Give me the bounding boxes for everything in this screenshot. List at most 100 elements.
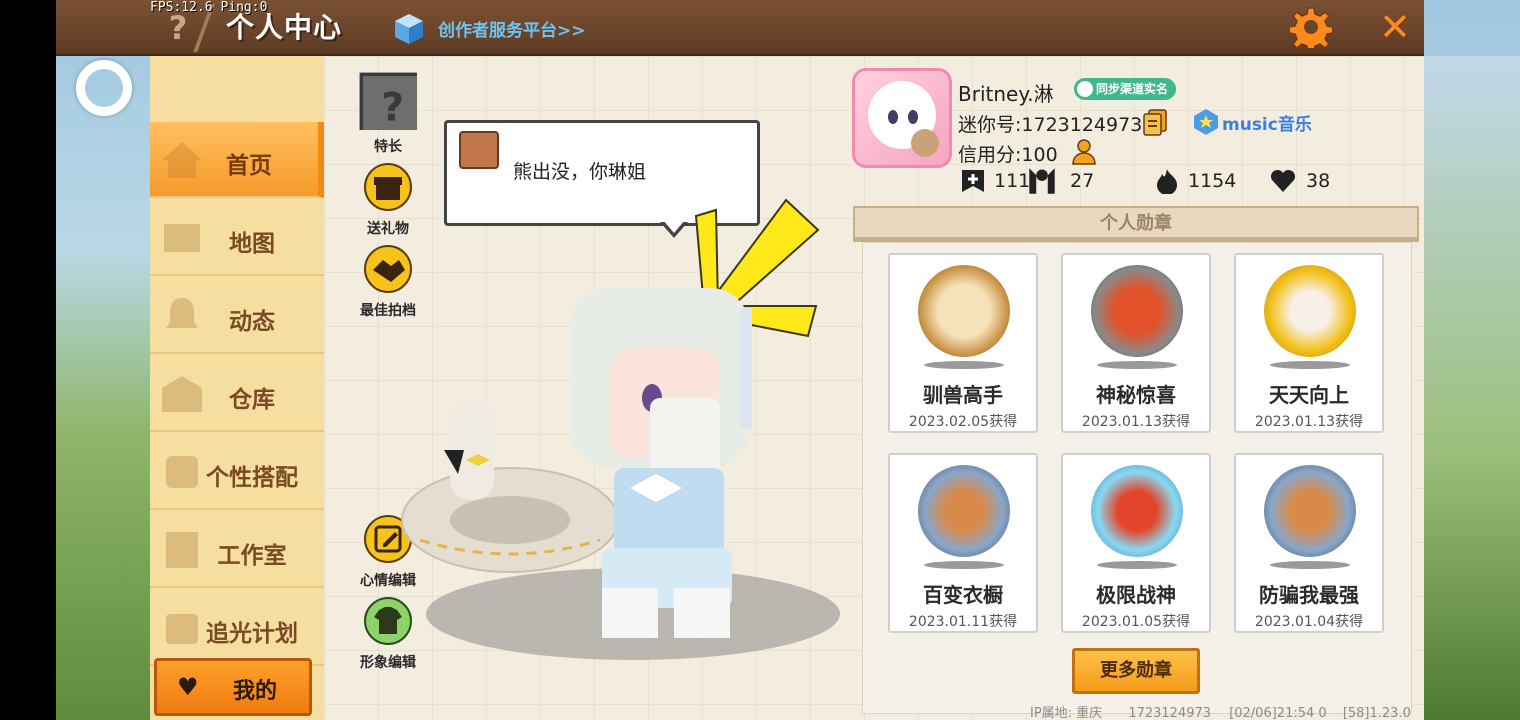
medal-name: 驯兽高手 (923, 383, 1003, 407)
medal-name: 天天向上 (1269, 383, 1349, 407)
sidebar-top-spacer (150, 56, 324, 122)
send-gift-button[interactable]: 送礼物 (348, 162, 428, 238)
talent-label: 特长 (374, 139, 402, 155)
medal-name: 神秘惊喜 (1096, 383, 1176, 407)
mini-id: 迷你号:1723124973 (958, 114, 1143, 136)
sidebar-item-map[interactable]: 地图 (150, 200, 324, 276)
sidebar-item-label: 地图 (229, 231, 275, 257)
sidebar-item-label: 工作室 (217, 543, 287, 569)
avatar-portrait (868, 81, 939, 157)
medal-card[interactable]: 百变衣橱 2023.01.11获得 (888, 453, 1038, 633)
medal-pedestal (1270, 561, 1350, 569)
sidebar-item-warehouse[interactable]: 仓库 (150, 356, 324, 432)
medal-pedestal (924, 361, 1004, 369)
medal-card[interactable]: 天天向上 2023.01.13获得 (1234, 253, 1384, 433)
more-medals-button[interactable]: 更多勋章 (1072, 648, 1200, 694)
medal-card[interactable]: 神秘惊喜 2023.01.13获得 (1061, 253, 1211, 433)
medal-name: 极限战神 (1096, 583, 1176, 607)
sidebar-item-label: 仓库 (229, 387, 275, 413)
mine-tab-label: 我的 (233, 679, 278, 704)
player-name: Britney.淋 (958, 82, 1054, 106)
ip-location: IP属地: 重庆 (1030, 706, 1103, 720)
medal-pedestal (1097, 361, 1177, 369)
medal-tamer-icon (918, 265, 1010, 357)
medal-name: 防骗我最强 (1259, 583, 1359, 607)
creator-platform-link[interactable]: 创作者服务平台>> (438, 16, 586, 41)
player-character (570, 288, 752, 638)
bear-avatar-icon (459, 131, 499, 169)
sidebar-item-label: 个性搭配 (206, 465, 298, 491)
medal-pedestal (1097, 561, 1177, 569)
sidebar-item-feed[interactable]: 动态 (150, 278, 324, 354)
sidebar-nav: 首页 地图 动态 仓库 个性搭配 工作室 追光计划 ♥ 我的 (150, 56, 324, 720)
medal-card[interactable]: 防骗我最强 2023.01.04获得 (1234, 453, 1384, 633)
medal-card[interactable]: 极限战神 2023.01.05获得 (1061, 453, 1211, 633)
shirt-icon (364, 597, 412, 645)
send-gift-label: 送礼物 (367, 221, 409, 237)
stat-likes-value: 38 (1306, 170, 1331, 192)
verify-badge[interactable]: 同步渠道实名 (1074, 78, 1177, 100)
medal-name: 百变衣橱 (923, 583, 1003, 607)
sidebar-item-label: 动态 (229, 309, 275, 335)
sidebar-item-home[interactable]: 首页 (150, 122, 324, 198)
bubble-tail-inner (663, 220, 685, 233)
medal-daily-calendar-icon (1264, 265, 1356, 357)
footer-time: [02/06]21:54 0 (1229, 706, 1327, 720)
cube-icon[interactable] (392, 12, 426, 46)
footer-info: IP属地: 重庆 1723124973 [02/06]21:54 0 [58]1… (1030, 702, 1411, 720)
look-edit-label: 形象编辑 (360, 655, 416, 671)
medal-date: 2023.02.05获得 (908, 414, 1018, 430)
footer-version: [58]1.23.0 (1342, 706, 1411, 720)
fps-ping-readout: FPS:12.6 Ping:0 (150, 0, 268, 15)
medal-section-header: 个人勋章 (853, 206, 1419, 242)
music-badge-icon[interactable] (1192, 108, 1220, 136)
gift-icon (364, 163, 412, 211)
copy-icon[interactable] (1142, 108, 1168, 136)
stat-heat-value: 1154 (1188, 170, 1237, 192)
medal-date: 2023.01.11获得 (908, 614, 1018, 630)
best-partner-button[interactable]: 最佳拍档 (348, 244, 428, 320)
sidebar-item-label: 追光计划 (206, 621, 298, 647)
gear-icon[interactable] (1290, 6, 1332, 48)
medal-wardrobe-icon (918, 465, 1010, 557)
sidebar-item-outfit[interactable]: 个性搭配 (150, 434, 324, 510)
sidebar-item-label: 首页 (226, 153, 272, 179)
medal-anti-fraud-icon (1264, 465, 1356, 557)
medal-date: 2023.01.13获得 (1081, 414, 1191, 430)
sidebar-item-light-plan[interactable]: 追光计划 (150, 590, 324, 666)
medal-pedestal (1270, 361, 1350, 369)
flame-icon (1157, 169, 1177, 194)
sidebar-item-studio[interactable]: 工作室 (150, 512, 324, 588)
verified-check-icon (1077, 81, 1093, 97)
mine-tab-button[interactable]: ♥ 我的 (154, 658, 312, 716)
best-partner-label: 最佳拍档 (360, 303, 416, 319)
floating-ring-button[interactable] (76, 60, 132, 116)
stat-posts-value: 111 (994, 170, 1031, 192)
handshake-icon (364, 245, 412, 293)
medal-card[interactable]: 驯兽高手 2023.02.05获得 (888, 253, 1038, 433)
music-label[interactable]: music音乐 (1222, 110, 1312, 135)
avatar[interactable] (852, 68, 952, 168)
verify-badge-label: 同步渠道实名 (1096, 82, 1169, 96)
person-icon[interactable] (1070, 138, 1098, 166)
stat-fans-value: 27 (1070, 170, 1095, 192)
medal-date: 2023.01.13获得 (1254, 414, 1364, 430)
mood-text: 熊出没，你琳姐 (513, 161, 647, 183)
fans-icon (1029, 168, 1055, 194)
medal-mystery-gift-icon (1091, 265, 1183, 357)
talent-button[interactable]: ? 特长 (348, 72, 428, 156)
bookmark-plus-icon (962, 170, 984, 192)
heart-icon (1270, 169, 1296, 192)
medal-date: 2023.01.04获得 (1254, 614, 1364, 630)
question-block-icon: ? (359, 72, 426, 139)
credit-score: 信用分:100 (958, 144, 1058, 166)
medal-pedestal (924, 561, 1004, 569)
close-icon[interactable]: ✕ (1374, 6, 1416, 48)
background-scene-right (1424, 56, 1520, 720)
medal-date: 2023.01.05获得 (1081, 614, 1191, 630)
medal-boss-icon (1091, 465, 1183, 557)
look-edit-button[interactable]: 形象编辑 (348, 596, 428, 672)
heart-icon: ♥ (177, 673, 199, 701)
svg-text:?: ? (381, 85, 404, 130)
footer-uid: 1723124973 (1128, 706, 1212, 720)
